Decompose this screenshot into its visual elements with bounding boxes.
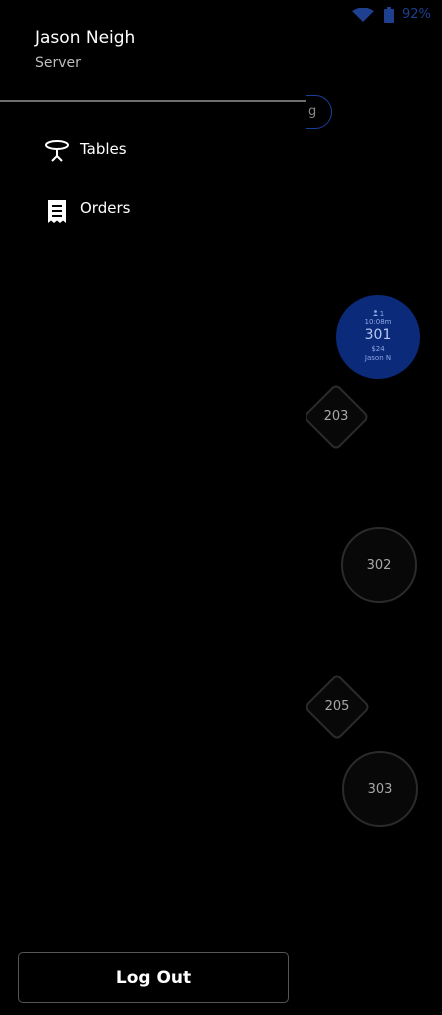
drawer-divider (0, 100, 306, 102)
section-pill-label: g (308, 104, 317, 119)
receipt-icon (48, 200, 66, 223)
table-303[interactable]: 303 (342, 751, 418, 827)
table-302[interactable]: 302 (341, 527, 417, 603)
logout-label: Log Out (115, 967, 192, 988)
table-205-label: 205 (324, 699, 350, 714)
table-301-guests: 1 (379, 310, 385, 318)
table-203-label: 203 (323, 409, 349, 424)
table-301-number: 301 (364, 327, 392, 343)
nav-item-tables[interactable]: Tables (0, 128, 306, 172)
nav-item-tables-label: Tables (80, 140, 127, 158)
navigation-drawer: Jason Neigh Server Tables Orders Log Out (0, 0, 306, 1015)
table-301[interactable]: 1 10:08m 301 $24 Jason N (336, 295, 420, 379)
user-name: Jason Neigh (35, 28, 136, 48)
table-302-label: 302 (366, 557, 392, 573)
table-icon (45, 140, 69, 162)
table-301-time: 10:08m (364, 318, 392, 326)
nav-item-orders-label: Orders (80, 199, 131, 217)
nav-item-orders[interactable]: Orders (0, 188, 306, 232)
table-301-amount: $24 (371, 345, 385, 353)
table-303-label: 303 (367, 781, 393, 797)
table-301-server: Jason N (364, 354, 392, 362)
logout-button[interactable]: Log Out (18, 952, 289, 1003)
user-role: Server (35, 55, 81, 71)
